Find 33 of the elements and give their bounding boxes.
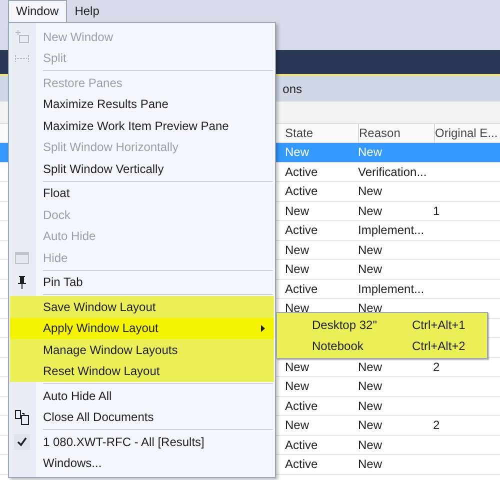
table-cell-text: New <box>285 145 310 160</box>
table-cell-text: 2 <box>433 418 441 432</box>
table-cell-text: Active <box>285 282 319 296</box>
table-cell-text: Active <box>285 438 319 452</box>
table-cell-text: New <box>358 457 384 472</box>
table-cell-text: New <box>285 379 310 394</box>
table-cell-text: Active <box>285 164 319 179</box>
table-cell-text: New <box>285 360 310 374</box>
table-cell-text: New <box>358 145 384 160</box>
table-cell-text: New <box>285 262 310 276</box>
table-cell-text: New <box>358 301 384 316</box>
table-cell-text: New <box>285 301 310 316</box>
table-cell-text: New <box>358 398 384 413</box>
table-cell-text: Active <box>285 223 319 238</box>
table-cell-text: New <box>358 438 384 452</box>
table-cell-text: New <box>358 360 384 374</box>
table-cell-text: Implement... <box>358 282 426 296</box>
table-cell-text: New <box>358 242 384 257</box>
table-cell-text: 2 <box>433 360 441 374</box>
table-cell-text: Implement... <box>358 223 426 238</box>
table-cell-text: Active <box>285 184 319 198</box>
table-cell-text: New <box>285 418 310 432</box>
table-cell-text: 1 <box>433 204 441 218</box>
table-cell-text: New <box>358 379 384 394</box>
table-cell-text: Active <box>285 457 319 472</box>
table-cell-text: Verification... <box>358 164 428 179</box>
table-cell-text: New <box>358 418 384 432</box>
table-cell-text: New <box>358 204 384 218</box>
table-cell-text: New <box>358 184 384 198</box>
table-cell-text: New <box>285 242 310 257</box>
table-cell-text: New <box>285 204 310 218</box>
table-cell-text: New <box>358 262 384 276</box>
table-cell-text: Active <box>285 398 319 413</box>
